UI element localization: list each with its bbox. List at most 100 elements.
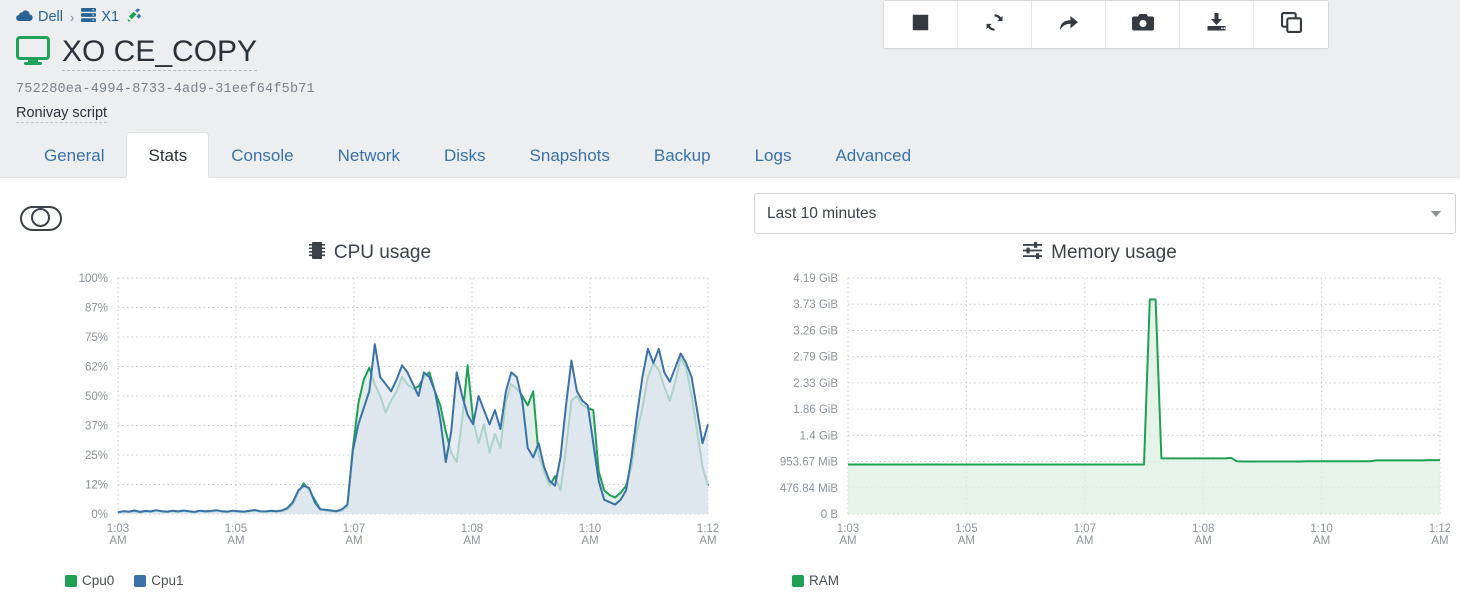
time-range-select[interactable]: Last 10 minutes [754, 193, 1456, 234]
y-axis-tick: 87% [85, 303, 108, 315]
x-axis-tick-period: AM [109, 535, 126, 547]
x-axis-tick-period: AM [1313, 535, 1330, 547]
y-axis-tick: 3.26 GiB [793, 325, 838, 337]
y-axis-tick: 25% [85, 450, 108, 462]
x-axis-tick: 1:05 [955, 523, 977, 535]
x-axis-tick: 1:07 [1074, 523, 1096, 535]
export-button[interactable] [1180, 1, 1254, 48]
tab-console[interactable]: Console [209, 132, 315, 178]
x-axis-tick: 1:10 [579, 523, 601, 535]
breadcrumb-host-label: X1 [101, 9, 120, 25]
legend-label-ram: RAM [809, 573, 839, 588]
tab-network[interactable]: Network [316, 132, 422, 178]
y-axis-tick: 953.67 MiB [780, 457, 839, 469]
legend-label-cpu1: Cpu1 [151, 573, 184, 588]
stats-toggle-knob [31, 207, 50, 227]
x-axis-tick: 1:05 [225, 523, 247, 535]
stats-charts: CPU usage 0% 12% 25% 37% 50% 62% 75% 87% 100% 1:0… [0, 240, 1460, 588]
copy-pages-icon [1280, 11, 1302, 38]
x-axis-tick-period: AM [345, 535, 362, 547]
vm-tab-bar: General Stats Console Network Disks Snap… [0, 130, 1460, 178]
migrate-button[interactable] [1032, 1, 1106, 48]
reboot-button[interactable] [958, 1, 1032, 48]
breadcrumb-pool-link[interactable]: Dell [16, 9, 63, 25]
x-axis-tick: 1:07 [343, 523, 365, 535]
cpu-usage-chart: CPU usage 0% 12% 25% 37% 50% 62% 75% 87% 100% 1:0… [0, 240, 740, 588]
breadcrumb-separator: › [69, 9, 75, 25]
x-axis-tick-period: AM [1431, 535, 1448, 547]
x-axis-tick-period: AM [958, 535, 975, 547]
x-axis-tick-period: AM [581, 535, 598, 547]
y-axis-tick: 2.79 GiB [793, 352, 838, 364]
camera-icon [1131, 13, 1154, 37]
legend-item-cpu1[interactable]: Cpu1 [134, 573, 184, 588]
x-axis-tick-period: AM [839, 535, 856, 547]
tab-snapshots[interactable]: Snapshots [508, 132, 632, 178]
x-axis-tick-period: AM [463, 535, 480, 547]
refresh-cycle-icon [984, 12, 1005, 38]
page-title[interactable]: XO CE_COPY [62, 35, 258, 71]
server-icon [81, 8, 97, 26]
cpu-chip-icon [308, 241, 325, 266]
legend-item-ram[interactable]: RAM [792, 573, 839, 588]
tab-logs[interactable]: Logs [733, 132, 814, 178]
copy-button[interactable] [1254, 1, 1328, 48]
y-axis-tick: 476.84 MiB [780, 483, 839, 495]
network-plug-icon [127, 8, 144, 26]
tab-stats[interactable]: Stats [126, 132, 210, 178]
x-axis-tick: 1:10 [1310, 523, 1332, 535]
y-axis-tick: 3.73 GiB [793, 299, 838, 311]
x-axis-tick-period: AM [227, 535, 244, 547]
x-axis-tick: 1:12 [1429, 523, 1450, 535]
y-axis-tick: 62% [85, 362, 108, 374]
arrow-forward-icon [1058, 12, 1080, 37]
memory-usage-chart: Memory usage 0 B 476.84 MiB 953.67 MiB 1.4 … [740, 240, 1460, 588]
y-axis-tick: 2.33 GiB [793, 378, 838, 390]
cpu-chart-title-label: CPU usage [333, 242, 432, 263]
vm-action-toolbar [883, 0, 1329, 49]
memory-chart-title: Memory usage [740, 240, 1460, 266]
series-line-ram [848, 298, 1440, 466]
vm-description-wrap: Ronivay script [16, 97, 1444, 123]
vm-uuid: 752280ea-4994-8733-4ad9-31eef64f5b71 [16, 82, 315, 97]
stop-button[interactable] [884, 1, 958, 48]
cpu-chart-legend: Cpu0 Cpu1 [65, 573, 740, 588]
snapshot-button[interactable] [1106, 1, 1180, 48]
memory-chart-canvas[interactable]: 0 B 476.84 MiB 953.67 MiB 1.4 GiB 1.86 GiB 2.… [740, 266, 1451, 566]
chevron-down-icon [1431, 210, 1441, 217]
legend-item-cpu0[interactable]: Cpu0 [65, 573, 114, 588]
x-axis-tick: 1:12 [697, 523, 719, 535]
vm-description[interactable]: Ronivay script [16, 105, 108, 123]
y-axis-tick: 50% [85, 391, 108, 403]
cpu-chart-canvas[interactable]: 0%12%25%37%50%62%75%87%100%1:03AM1:05AM1… [0, 266, 740, 566]
memory-chart-title-label: Memory usage [1051, 242, 1177, 263]
tab-disks[interactable]: Disks [422, 132, 508, 178]
x-axis-tick-period: AM [699, 535, 716, 547]
series-area-ram [848, 299, 1440, 514]
breadcrumb-host-link[interactable]: X1 [81, 8, 119, 26]
y-axis-tick: 1.4 GiB [800, 430, 839, 442]
stats-toggle[interactable] [20, 205, 62, 231]
series-area-cpu1 [118, 344, 708, 514]
y-axis-tick: 75% [85, 332, 108, 344]
breadcrumb-pool-label: Dell [38, 9, 63, 25]
legend-label-cpu0: Cpu0 [82, 573, 115, 588]
cpu-chart-title: CPU usage [0, 240, 740, 266]
tab-backup[interactable]: Backup [632, 132, 733, 178]
page-header: Dell › X1 XO CE_COPY 752280ea-4994-8733-… [0, 0, 1460, 130]
tab-advanced[interactable]: Advanced [813, 132, 933, 178]
y-axis-tick: 0% [91, 509, 108, 521]
stop-square-icon [911, 13, 930, 37]
legend-swatch-cpu0 [65, 574, 77, 587]
y-axis-tick: 100% [79, 273, 108, 285]
legend-swatch-cpu1 [134, 574, 147, 587]
tab-general[interactable]: General [22, 132, 126, 178]
memory-sliders-icon [1023, 241, 1043, 265]
x-axis-tick: 1:08 [1192, 523, 1214, 535]
y-axis-tick: 37% [85, 421, 108, 433]
download-inbox-icon [1206, 12, 1227, 37]
y-axis-tick: 1.86 GiB [793, 404, 838, 416]
y-axis-tick: 4.19 GiB [793, 273, 838, 285]
x-axis-tick: 1:08 [461, 523, 483, 535]
x-axis-tick: 1:03 [107, 523, 129, 535]
